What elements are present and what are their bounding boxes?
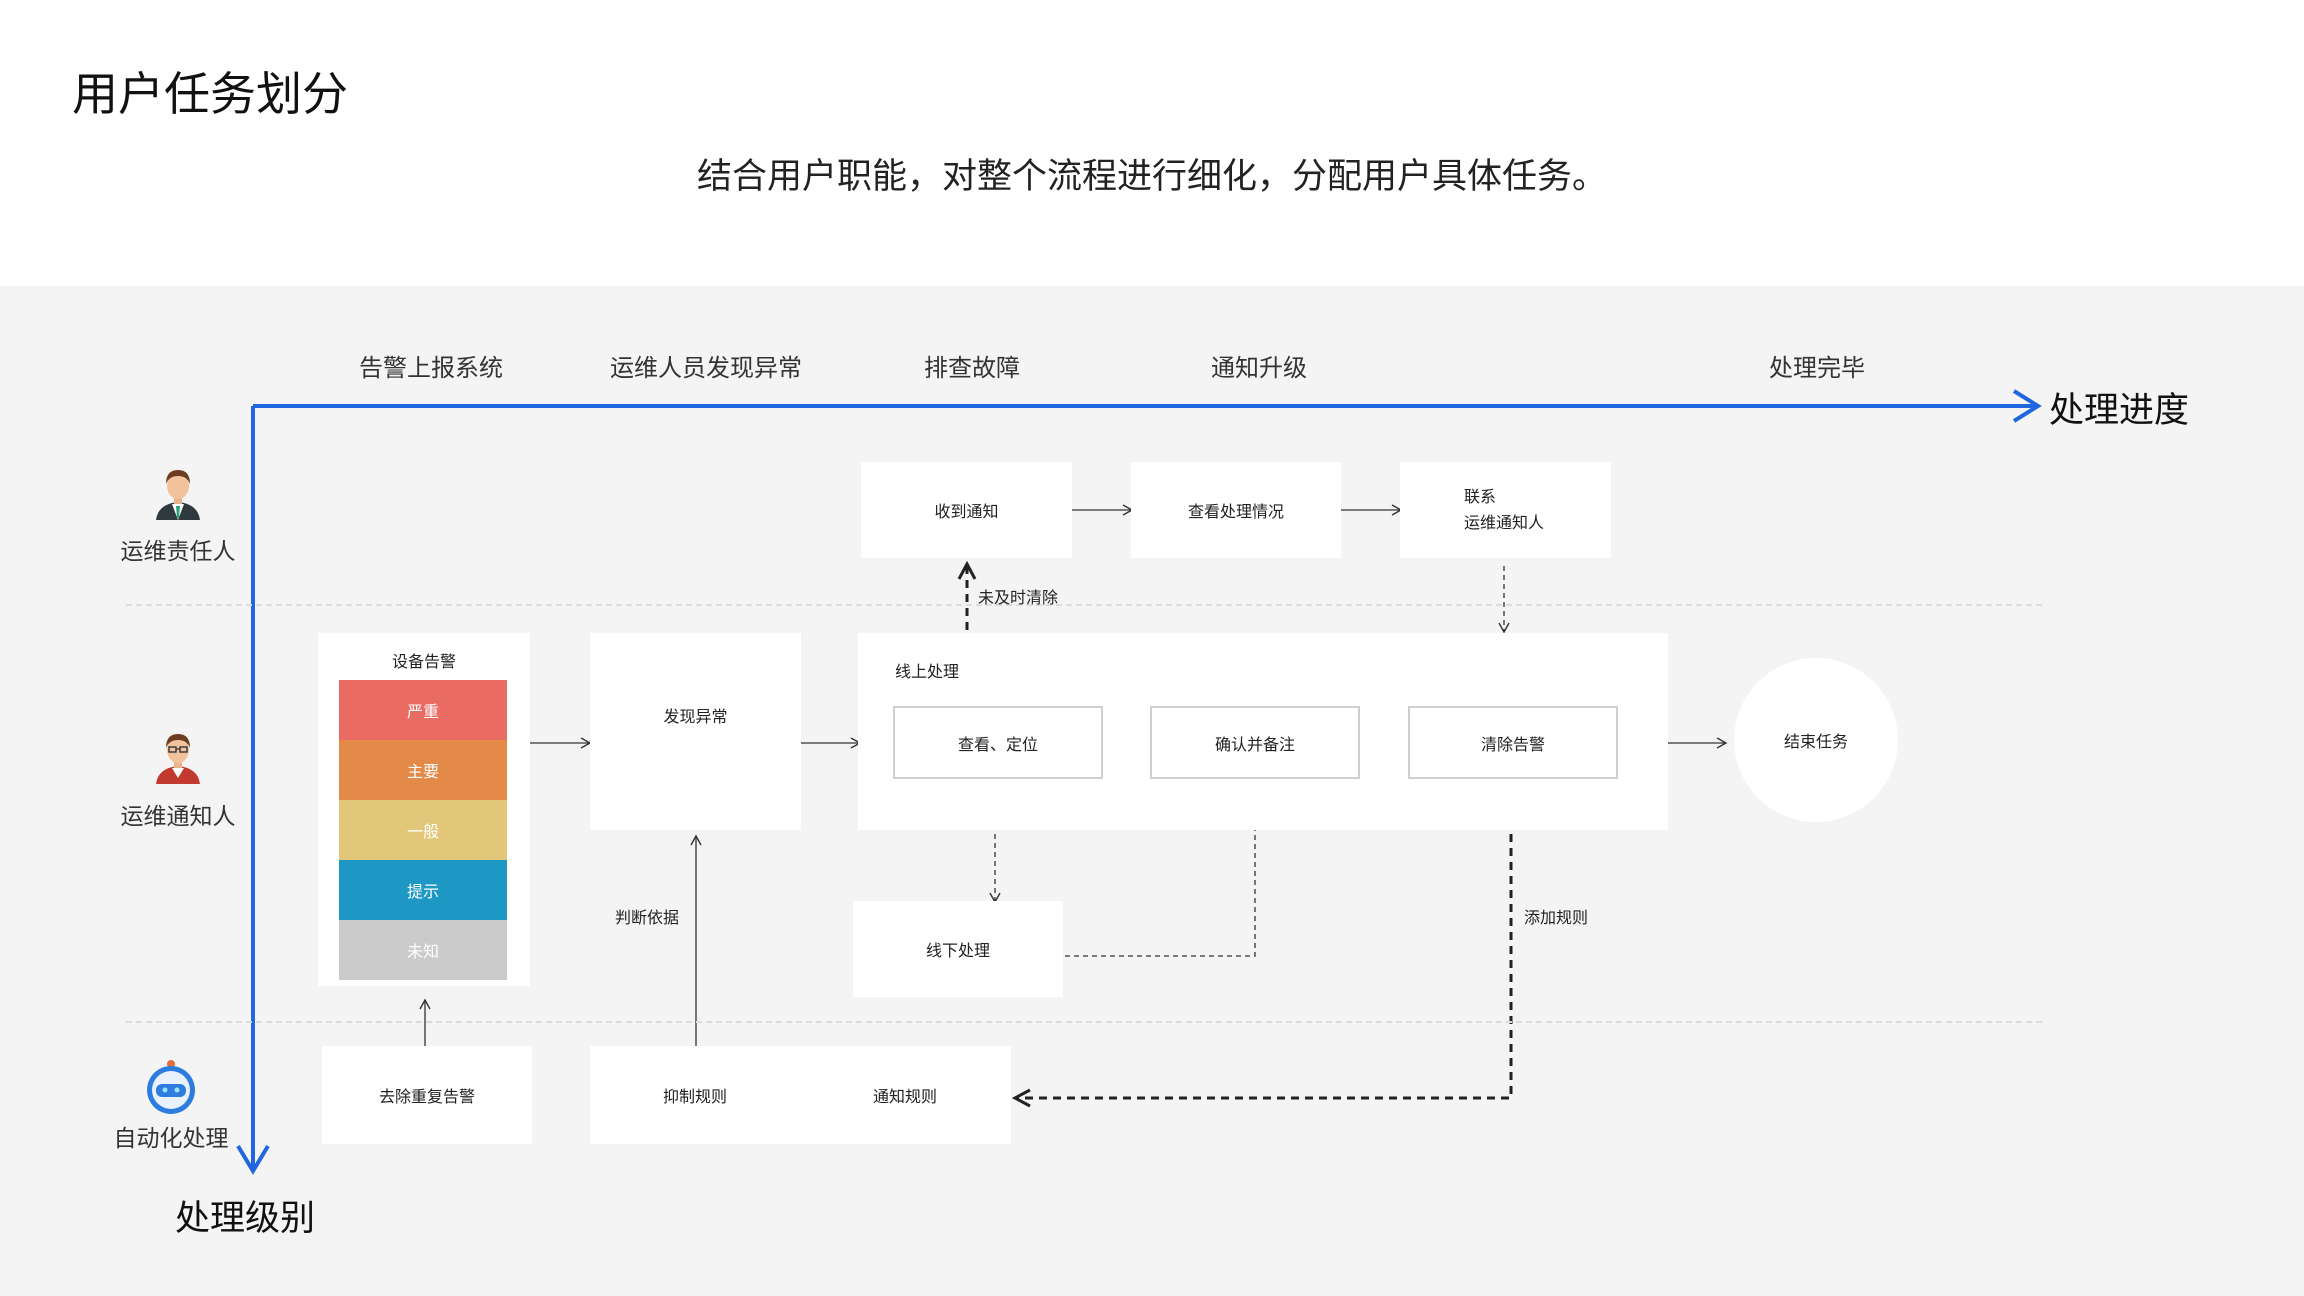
node-label: 查看、定位 — [957, 734, 1038, 754]
group-online-processing: 线上处理 查看、定位 确认并备注 清除告警 — [858, 633, 1668, 830]
edge-label-basis: 判断依据 — [615, 908, 680, 927]
node-notify-rule[interactable]: 通知规则 — [800, 1046, 1010, 1144]
severity-info[interactable]: 提示 — [339, 860, 507, 920]
phase-label: 处理完毕 — [1769, 354, 1865, 382]
node-contact-notifier[interactable]: 联系 运维通知人 — [1400, 462, 1611, 558]
lane-divider — [126, 1021, 2042, 1023]
severity-unknown[interactable]: 未知 — [339, 920, 507, 980]
node-dedupe-alarm[interactable]: 去除重复告警 — [322, 1046, 532, 1144]
node-label: 查看处理情况 — [1187, 502, 1284, 521]
node-label: 清除告警 — [1480, 734, 1545, 754]
node-label: 通知规则 — [872, 1087, 937, 1106]
role-label-manager: 运维责任人 — [120, 539, 236, 565]
node-offline-processing[interactable]: 线下处理 — [853, 901, 1063, 997]
node-device-alarm[interactable]: 设备告警 严重 主要 一般 提示 未知 — [318, 633, 530, 986]
phase-label: 运维人员发现异常 — [610, 354, 802, 382]
node-check-status[interactable]: 查看处理情况 — [1131, 462, 1341, 558]
node-end-task[interactable]: 结束任务 — [1734, 658, 1898, 822]
node-label: 联系 — [1464, 487, 1497, 506]
severity-major[interactable]: 主要 — [339, 740, 507, 800]
group-rules: 抑制规则 通知规则 — [590, 1046, 1011, 1144]
node-label: 结束任务 — [1783, 732, 1848, 751]
node-label: 线下处理 — [925, 941, 990, 960]
edge-label-add-rule: 添加规则 — [1524, 908, 1589, 927]
node-discover-abnormal[interactable]: 发现异常 — [590, 633, 801, 830]
severity-list: 严重 主要 一般 提示 未知 — [339, 680, 507, 980]
lane-divider — [126, 604, 2042, 606]
node-label: 收到通知 — [934, 502, 999, 521]
node-label: 运维通知人 — [1464, 513, 1545, 532]
node-confirm-note[interactable]: 确认并备注 — [1150, 706, 1360, 779]
node-view-locate[interactable]: 查看、定位 — [893, 706, 1103, 779]
notifier-avatar-icon — [156, 734, 200, 784]
node-label: 去除重复告警 — [378, 1087, 475, 1106]
axis-y-label: 处理级别 — [175, 1199, 316, 1239]
role-label-automation: 自动化处理 — [113, 1126, 229, 1152]
page-subtitle: 结合用户职能，对整个流程进行细化，分配用户具体任务。 — [696, 157, 1607, 197]
phase-label: 告警上报系统 — [359, 354, 503, 382]
node-label: 发现异常 — [663, 707, 728, 726]
device-alarm-title: 设备告警 — [391, 652, 456, 671]
node-suppress-rule[interactable]: 抑制规则 — [590, 1046, 800, 1144]
edge-label-not-cleared: 未及时清除 — [978, 588, 1059, 607]
robot-icon — [147, 1060, 195, 1114]
group-title: 线上处理 — [895, 662, 960, 681]
manager-avatar-icon — [156, 470, 200, 520]
axis-x-label: 处理进度 — [2049, 391, 2190, 431]
page-title: 用户任务划分 — [72, 67, 348, 121]
diagram-panel: 告警上报系统 运维人员发现异常 排查故障 通知升级 处理完毕 处理进度 处理级别… — [0, 286, 2304, 1296]
role-label-notifier: 运维通知人 — [120, 804, 236, 830]
phase-label: 排查故障 — [924, 354, 1020, 382]
severity-minor[interactable]: 一般 — [339, 800, 507, 860]
arrow-clear-to-notify-rule — [1015, 834, 1513, 1098]
node-receive-notice[interactable]: 收到通知 — [861, 462, 1072, 558]
node-label: 抑制规则 — [662, 1087, 727, 1106]
node-label: 确认并备注 — [1214, 734, 1295, 754]
node-clear-alarm[interactable]: 清除告警 — [1408, 706, 1618, 779]
phase-label: 通知升级 — [1211, 354, 1307, 382]
severity-critical[interactable]: 严重 — [339, 680, 507, 740]
